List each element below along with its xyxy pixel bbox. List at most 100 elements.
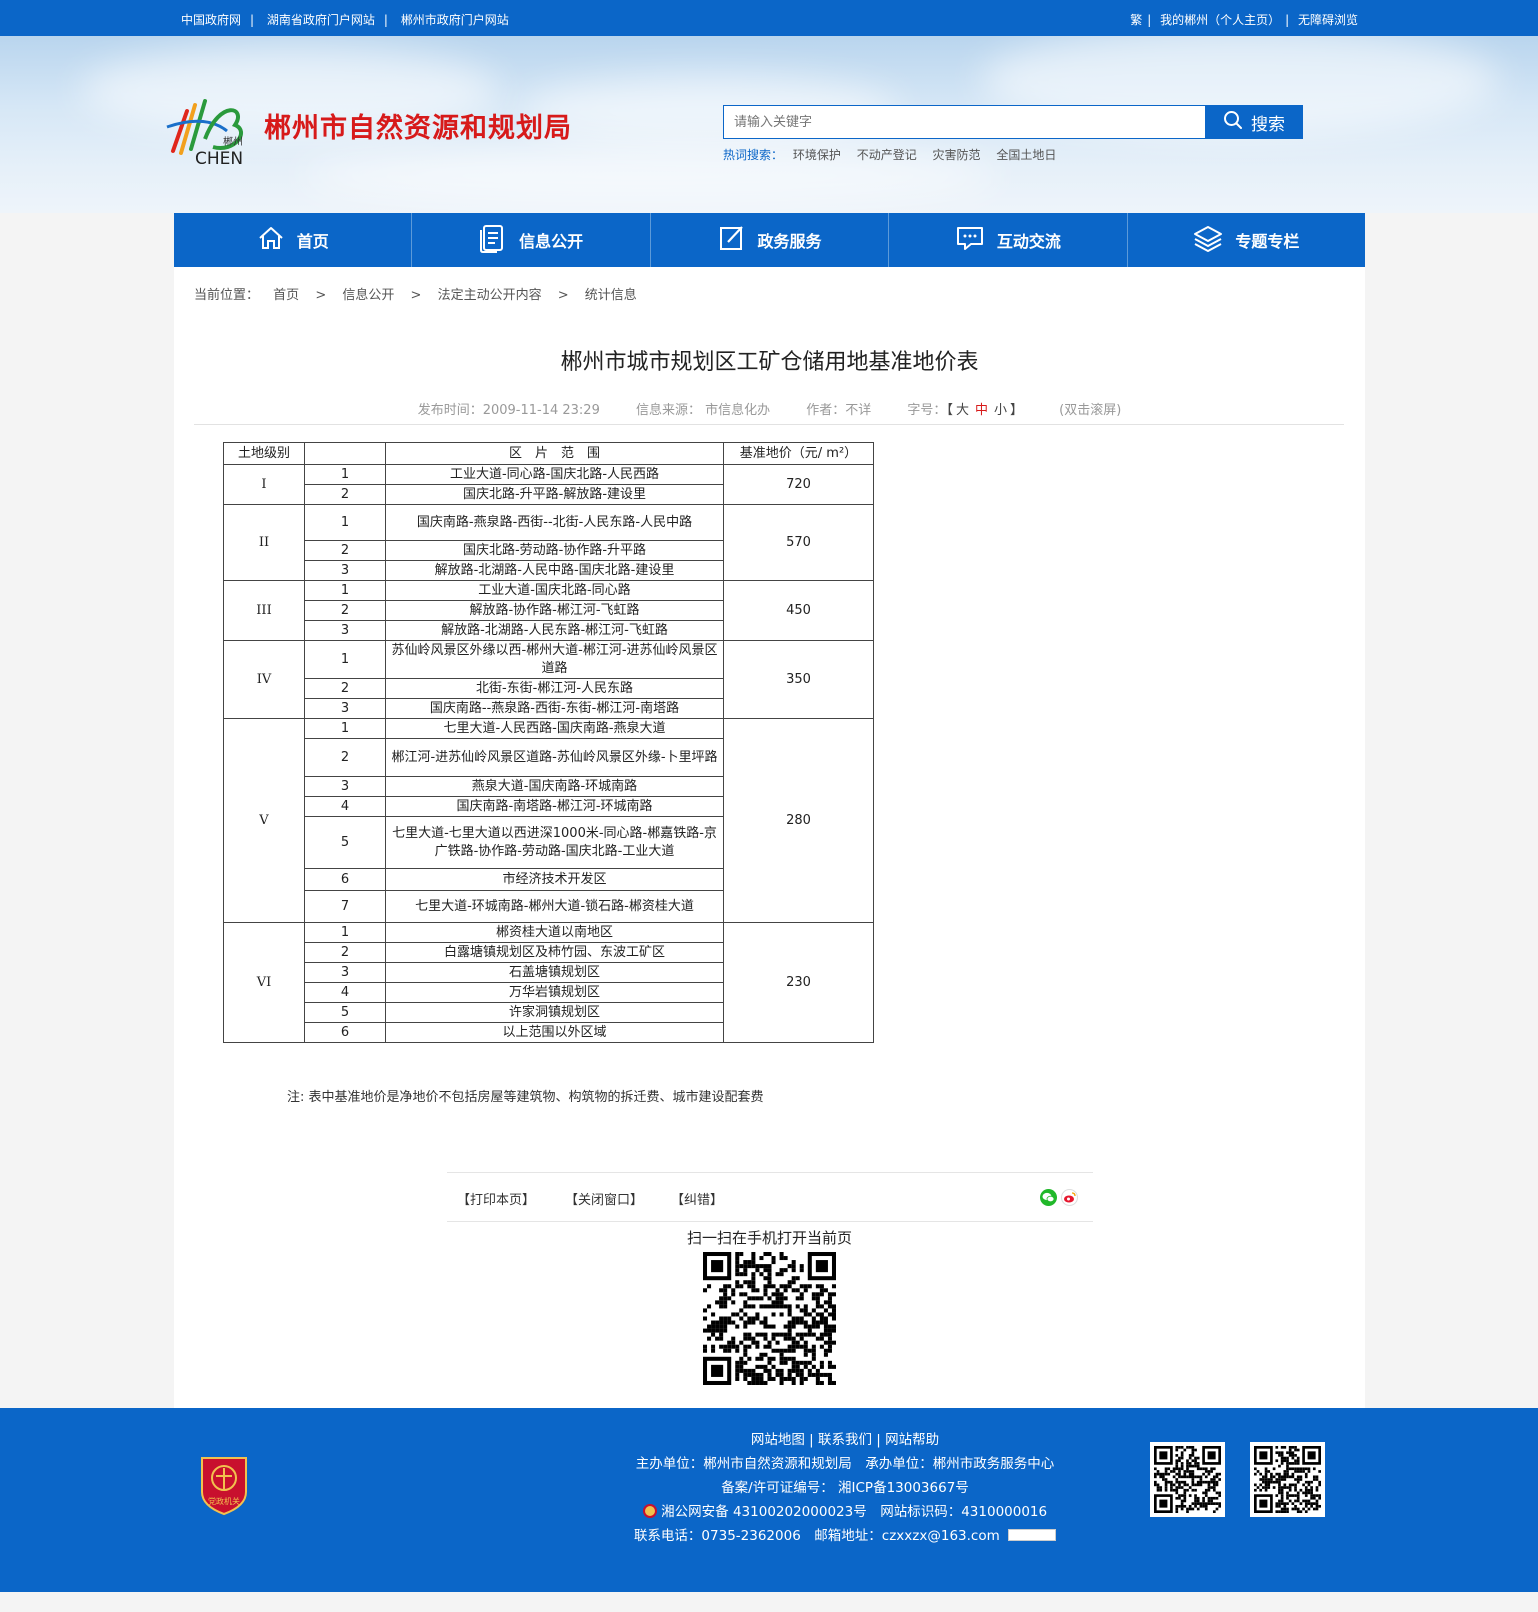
nav-interaction-label: 互动交流 — [996, 232, 1061, 251]
scan-text: 扫一扫在手机打开当前页 — [686, 1229, 852, 1247]
land-price-table: 土地级别 区 片 范 围 基准地价（元/ m²） I 1 工业大道-同心路-国庆北路… — [223, 442, 874, 1043]
layers-icon — [1193, 224, 1223, 256]
my-chenzhou-link[interactable]: 我的郴州（个人主页） — [1160, 13, 1280, 27]
correction-button[interactable]: 【纠错】 — [671, 1189, 723, 1208]
svg-text:CHEN: CHEN — [195, 149, 243, 169]
area-range: 国庆南路--燕泉路-西街-东街-郴江河-南塔路 — [385, 698, 724, 719]
article-title: 郴州市城市规划区工矿仓储用地基准地价表 — [560, 350, 979, 375]
police-record[interactable]: 湘公网安备 43100202000023号 网站标识码：4310000016 — [630, 1500, 1060, 1524]
area-number: 1 — [304, 922, 386, 943]
area-range: 白露塘镇规划区及柿竹园、东波工矿区 — [385, 942, 724, 963]
table-row: V 1 七里大道-人民西路-国庆南路-燕泉大道 280 — [223, 718, 874, 923]
svg-text:党政机关: 党政机关 — [208, 1496, 240, 1506]
area-number: 2 — [304, 942, 386, 963]
land-level: III — [223, 580, 305, 641]
breadcrumb-statistics[interactable]: 统计信息 — [585, 288, 637, 303]
author: 作者：不详 — [806, 403, 872, 418]
main-nav: 首页 信息公开 政务服务 互动交流 专题专栏 — [174, 213, 1365, 267]
area-range: 国庆北路-劳动路-协作路-升平路 — [385, 540, 724, 561]
area-number: 3 — [304, 776, 386, 797]
area-range: 国庆南路-南塔路-郴江河-环城南路 — [385, 796, 724, 817]
breadcrumb-home[interactable]: 首页 — [273, 288, 299, 303]
header-no — [304, 442, 386, 465]
area-number: 3 — [304, 698, 386, 719]
footer-qr-wechat — [1250, 1442, 1325, 1517]
nav-info-label: 信息公开 — [519, 232, 584, 251]
area-number: 7 — [304, 890, 386, 923]
area-number: 4 — [304, 796, 386, 817]
area-number: 3 — [304, 962, 386, 983]
footer: 党政机关 网站地图 | 联系我们 | 网站帮助 主办单位：郴州市自然资源和规划局… — [0, 1408, 1538, 1592]
font-medium-button[interactable]: 中 — [975, 403, 988, 418]
top-links: 中国政府网 | 湖南省政府门户网站 | 郴州市政府门户网站 — [181, 13, 509, 27]
area-number: 1 — [304, 504, 386, 541]
site-logo[interactable]: 郴州 CHEN — [165, 91, 250, 171]
area-range: 七里大道-七里大道以西进深1000米-同心路-郴嘉铁路-京广铁路-协作路-劳动路… — [385, 816, 724, 869]
print-button[interactable]: 【打印本页】 — [457, 1189, 535, 1208]
breadcrumb: 当前位置： 首页 > 信息公开 > 法定主动公开内容 > 统计信息 — [194, 288, 637, 303]
font-large-button[interactable]: 大 — [956, 403, 969, 418]
nav-special-topics[interactable]: 专题专栏 — [1128, 213, 1365, 267]
scroll-hint[interactable]: (双击滚屏) — [1059, 403, 1121, 418]
help-link[interactable]: 网站帮助 — [885, 1432, 939, 1448]
search-input[interactable] — [723, 105, 1206, 139]
area-range: 郴江河-进苏仙岭风景区道路-苏仙岭风景区外缘-卜里坪路 — [385, 738, 724, 777]
land-level: I — [223, 464, 305, 505]
home-icon — [257, 224, 285, 256]
hot-word[interactable]: 环境保护 — [793, 148, 841, 162]
error-report-badge-icon[interactable] — [1008, 1529, 1057, 1541]
area-number: 5 — [304, 1002, 386, 1023]
search-icon — [1223, 110, 1243, 135]
link-gov-cn[interactable]: 中国政府网 — [181, 13, 241, 27]
accessible-browse-link[interactable]: 无障碍浏览 — [1298, 13, 1358, 27]
hot-word[interactable]: 不动产登记 — [857, 148, 917, 162]
nav-service-label: 政务服务 — [757, 232, 822, 251]
area-number: 2 — [304, 678, 386, 699]
footer-qr-app — [1150, 1442, 1225, 1517]
hot-word[interactable]: 灾害防范 — [933, 148, 981, 162]
nav-gov-service[interactable]: 政务服务 — [651, 213, 890, 267]
area-number: 3 — [304, 620, 386, 641]
article-meta: 发布时间：2009-11-14 23:29 信息来源： 市信息化办 作者：不详 … — [174, 399, 1365, 418]
icp-info[interactable]: 备案/许可证编号： 湘ICP备13003667号 — [630, 1476, 1060, 1500]
contact-link[interactable]: 联系我们 — [818, 1432, 872, 1448]
area-number: 2 — [304, 540, 386, 561]
nav-info-public[interactable]: 信息公开 — [412, 213, 651, 267]
land-level: II — [223, 504, 305, 581]
breadcrumb-label: 当前位置： — [194, 288, 260, 303]
area-number: 3 — [304, 560, 386, 581]
area-range: 苏仙岭风景区外缘以西-郴州大道-郴江河-进苏仙岭风景区道路 — [385, 640, 724, 679]
party-gov-emblem[interactable]: 党政机关 — [198, 1454, 250, 1516]
area-range: 解放路-北湖路-人民东路-郴江河-飞虹路 — [385, 620, 724, 641]
nav-interaction[interactable]: 互动交流 — [889, 213, 1128, 267]
area-number: 2 — [304, 484, 386, 505]
table-row: VI 1 郴资桂大道以南地区 230 — [223, 922, 874, 1043]
font-small-button[interactable]: 小 — [994, 403, 1007, 418]
wechat-share-icon[interactable] — [1040, 1189, 1057, 1206]
link-hunan-gov[interactable]: 湖南省政府门户网站 — [267, 13, 375, 27]
breadcrumb-info-public[interactable]: 信息公开 — [342, 288, 394, 303]
publish-time: 发布时间：2009-11-14 23:29 — [417, 403, 600, 418]
nav-home[interactable]: 首页 — [174, 213, 413, 267]
header-banner: 郴州 CHEN 郴州市自然资源和规划局 搜索 热词搜索： 环境保护 不动产登记 … — [0, 36, 1538, 213]
traditional-chinese-link[interactable]: 繁 — [1130, 13, 1142, 27]
area-range: 万华岩镇规划区 — [385, 982, 724, 1003]
hot-word[interactable]: 全国土地日 — [996, 148, 1056, 162]
area-range: 许家洞镇规划区 — [385, 1002, 724, 1023]
weibo-share-icon[interactable] — [1061, 1189, 1078, 1206]
sitemap-link[interactable]: 网站地图 — [751, 1432, 805, 1448]
area-range: 郴资桂大道以南地区 — [385, 922, 724, 943]
search-button[interactable]: 搜索 — [1205, 105, 1303, 139]
base-price: 450 — [723, 580, 874, 641]
area-range: 七里大道-人民西路-国庆南路-燕泉大道 — [385, 718, 724, 739]
area-range: 燕泉大道-国庆南路-环城南路 — [385, 776, 724, 797]
police-badge-icon — [642, 1504, 657, 1518]
link-chenzhou-gov[interactable]: 郴州市政府门户网站 — [401, 13, 509, 27]
close-window-button[interactable]: 【关闭窗口】 — [565, 1189, 643, 1208]
footer-links: 网站地图 | 联系我们 | 网站帮助 — [750, 1432, 940, 1448]
breadcrumb-statutory[interactable]: 法定主动公开内容 — [438, 288, 542, 303]
land-level: IV — [223, 640, 305, 719]
sponsor-info: 主办单位：郴州市自然资源和规划局 承办单位：郴州市政务服务中心 — [635, 1456, 1055, 1472]
header-level: 土地级别 — [223, 442, 305, 465]
area-number: 1 — [304, 718, 386, 739]
